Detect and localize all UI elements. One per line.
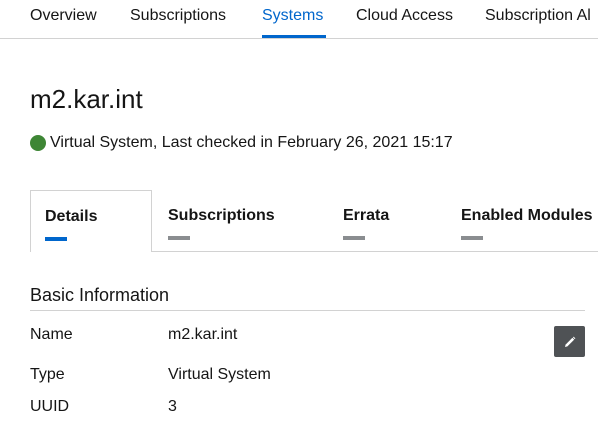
nav-item-cloud-access[interactable]: Cloud Access xyxy=(356,7,453,25)
pencil-icon xyxy=(564,336,575,347)
tab-details-label: Details xyxy=(45,208,98,225)
name-label: Name xyxy=(30,326,73,343)
edit-name-button[interactable] xyxy=(554,326,585,357)
tab-active-indicator xyxy=(45,237,67,241)
tab-indicator xyxy=(343,236,365,240)
nav-active-indicator xyxy=(262,35,326,38)
nav-item-subscriptions[interactable]: Subscriptions xyxy=(130,7,226,25)
system-status: Virtual System, Last checked in February… xyxy=(30,134,453,152)
nav-item-overview[interactable]: Overview xyxy=(30,7,97,25)
nav-item-systems[interactable]: Systems xyxy=(262,7,323,25)
tab-enabled-modules[interactable]: Enabled Modules xyxy=(461,190,598,252)
detail-tabs: Details Subscriptions Errata Enabled Mod… xyxy=(30,190,598,252)
status-ok-icon xyxy=(30,135,46,151)
tab-details[interactable]: Details xyxy=(30,190,152,252)
uuid-label: UUID xyxy=(30,398,70,415)
name-value: m2.kar.int xyxy=(168,326,238,343)
system-details-page: Overview Subscriptions Systems Cloud Acc… xyxy=(0,0,598,447)
status-text: Virtual System, Last checked in February… xyxy=(50,134,453,151)
nav-item-subscription-allocations[interactable]: Subscription Al xyxy=(485,7,591,25)
top-nav: Overview Subscriptions Systems Cloud Acc… xyxy=(0,0,598,39)
tab-indicator xyxy=(461,236,483,240)
tab-enabled-modules-label: Enabled Modules xyxy=(461,207,593,224)
type-value: Virtual System xyxy=(168,366,271,383)
tab-indicator xyxy=(168,236,190,240)
tab-subscriptions-label: Subscriptions xyxy=(168,207,275,224)
type-label: Type xyxy=(30,366,65,383)
section-title: Basic Information xyxy=(30,285,170,305)
section-divider xyxy=(30,310,585,311)
tab-errata-label: Errata xyxy=(343,207,390,224)
tab-errata[interactable]: Errata xyxy=(343,190,443,252)
tab-subscriptions[interactable]: Subscriptions xyxy=(168,190,328,252)
uuid-value: 3 xyxy=(168,398,177,415)
page-title: m2.kar.int xyxy=(30,84,143,114)
